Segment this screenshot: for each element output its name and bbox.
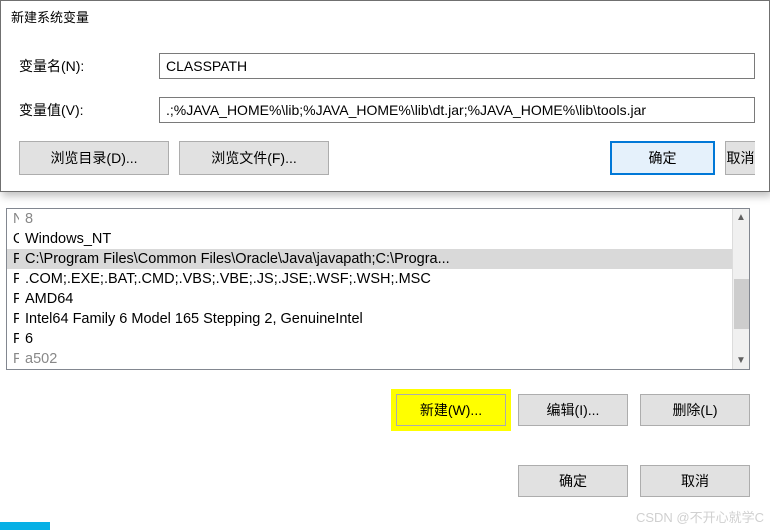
env-var-name: PROCESSOR_IDENTIFIER	[7, 309, 19, 329]
table-row[interactable]: PROCESSOR_IDENTIFIERIntel64 Family 6 Mod…	[7, 309, 749, 329]
variable-value-input[interactable]	[159, 97, 755, 123]
watermark: CSDN @不开心就学C	[636, 507, 764, 526]
edit-button[interactable]: 编辑(I)...	[518, 394, 628, 426]
env-var-value: .COM;.EXE;.BAT;.CMD;.VBS;.VBE;.JS;.JSE;.…	[19, 269, 749, 289]
table-row[interactable]: PROCESSOR_ARCHITECTUREAMD64	[7, 289, 749, 309]
cancel-button[interactable]: 取消	[725, 141, 755, 175]
table-row[interactable]: OSWindows_NT	[7, 229, 749, 249]
env-var-name: PROCESSOR_ARCHITECTURE	[7, 289, 19, 309]
table-row[interactable]: PATHEXT.COM;.EXE;.BAT;.CMD;.VBS;.VBE;.JS…	[7, 269, 749, 289]
table-row[interactable]: PROCESSOR_REVISIONa502	[7, 349, 749, 369]
scrollbar[interactable]: ▲ ▼	[732, 209, 749, 369]
dialog-title: 新建系统变量	[1, 1, 769, 33]
table-row[interactable]: PathC:\Program Files\Common Files\Oracle…	[7, 249, 749, 269]
browse-directory-button[interactable]: 浏览目录(D)...	[19, 141, 169, 175]
env-var-value: Windows_NT	[19, 229, 749, 249]
browse-file-button[interactable]: 浏览文件(F)...	[179, 141, 329, 175]
env-var-value: a502	[19, 349, 749, 369]
scroll-thumb[interactable]	[734, 279, 749, 329]
new-button[interactable]: 新建(W)...	[396, 394, 506, 426]
env-table[interactable]: NUMBER_OF_PROCESSORS8OSWindows_NTPathC:\…	[7, 209, 749, 369]
new-system-variable-dialog: 新建系统变量 变量名(N): 变量值(V): 浏览目录(D)... 浏览文件(F…	[0, 0, 770, 192]
env-var-value: C:\Program Files\Common Files\Oracle\Jav…	[19, 249, 749, 269]
variable-name-label: 变量名(N):	[19, 56, 159, 76]
scroll-up-icon[interactable]: ▲	[736, 209, 746, 226]
env-var-name: OS	[7, 229, 19, 249]
ok-button[interactable]: 确定	[610, 141, 715, 175]
scroll-down-icon[interactable]: ▼	[736, 352, 746, 369]
table-row[interactable]: NUMBER_OF_PROCESSORS8	[7, 209, 749, 229]
env-var-value: Intel64 Family 6 Model 165 Stepping 2, G…	[19, 309, 749, 329]
dialog-bottom-buttons: 确定 取消	[518, 465, 750, 497]
variable-name-input[interactable]	[159, 53, 755, 79]
env-var-value: 8	[19, 209, 749, 229]
taskbar-fragment	[0, 522, 50, 530]
env-var-value: AMD64	[19, 289, 749, 309]
system-variables-list: NUMBER_OF_PROCESSORS8OSWindows_NTPathC:\…	[6, 208, 750, 370]
parent-cancel-button[interactable]: 取消	[640, 465, 750, 497]
env-var-name: NUMBER_OF_PROCESSORS	[7, 209, 19, 229]
env-var-name: Path	[7, 249, 19, 269]
system-var-buttons: 新建(W)... 编辑(I)... 删除(L)	[396, 394, 750, 426]
env-var-value: 6	[19, 329, 749, 349]
env-var-name: PATHEXT	[7, 269, 19, 289]
variable-value-label: 变量值(V):	[19, 100, 159, 120]
env-var-name: PROCESSOR_REVISION	[7, 349, 19, 369]
table-row[interactable]: PROCESSOR_LEVEL6	[7, 329, 749, 349]
parent-ok-button[interactable]: 确定	[518, 465, 628, 497]
env-var-name: PROCESSOR_LEVEL	[7, 329, 19, 349]
delete-button[interactable]: 删除(L)	[640, 394, 750, 426]
